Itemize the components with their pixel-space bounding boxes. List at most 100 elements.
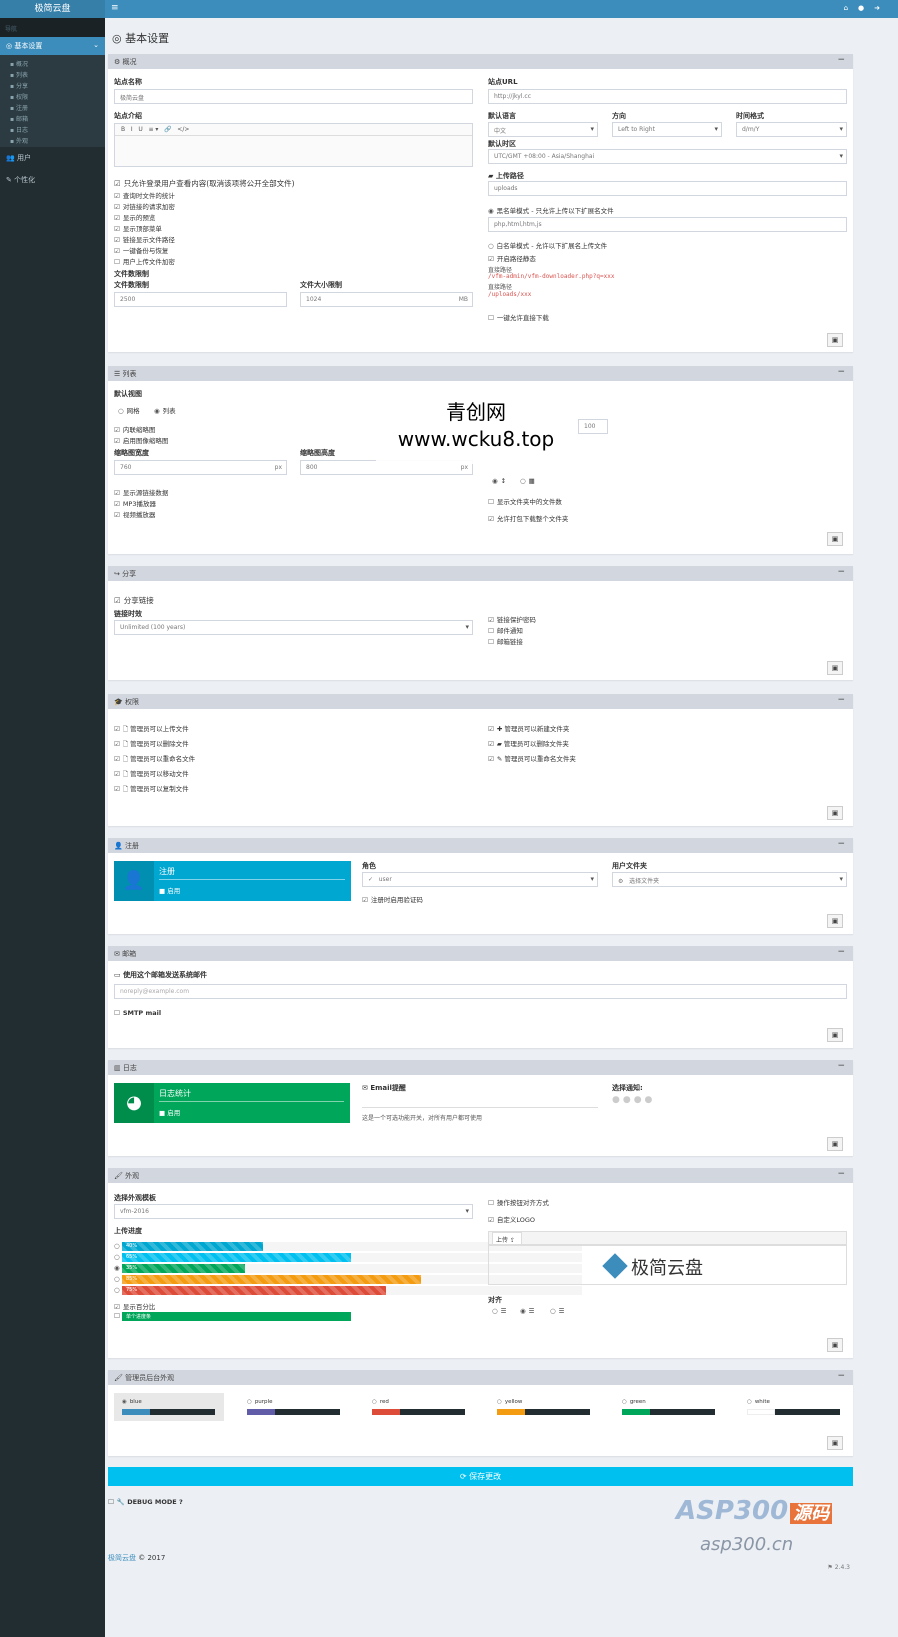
footer-link[interactable]: 极简云盘 [108,1554,136,1562]
sidebar-sub-item[interactable]: ▪ 权限 [0,90,105,101]
sidebar-sub-item[interactable]: ▪ 注册 [0,101,105,112]
save-icon[interactable]: ▣ [827,914,843,928]
align-right-radio[interactable]: ☰ [550,1307,565,1315]
debug-mode-checkbox[interactable]: 🔧 DEBUG MODE ? [108,1498,183,1506]
perm-checkbox[interactable]: 🗋 管理员可以移动文件 [114,768,189,781]
fullwidth-checkbox[interactable]: 显示百分比 [114,1301,156,1311]
direct-download-checkbox[interactable]: 一键允许直接下载 [488,312,549,322]
sidebar-sub-item[interactable]: ▪ 列表 [0,68,105,79]
thumb-width-input[interactable]: 760 px [114,460,287,475]
collapse-icon[interactable]: − [837,947,845,957]
brand-logo[interactable]: 极简云盘 [0,0,105,18]
logo-upload-tab[interactable]: 上传 ⇪ [492,1232,522,1245]
zip-folders-checkbox[interactable]: 允许打包下载整个文件夹 [488,513,569,523]
collapse-icon[interactable]: − [837,1061,845,1071]
lifetime-select[interactable]: Unlimited (100 years) [114,620,473,635]
collapse-icon[interactable]: − [837,839,845,849]
skin-radio-yellow[interactable]: yellow [497,1399,523,1405]
site-url-input[interactable]: http://jkyl.cc [488,89,847,104]
login-only-checkbox[interactable]: 只允许登录用户查看内容(取消该项将公开全部文件) [114,178,295,189]
extensions-input[interactable]: php,html,htm,js [488,217,847,232]
perm-checkbox[interactable]: 🗋 管理员可以复制文件 [114,783,189,796]
skin-swatch-yellow[interactable] [497,1409,590,1425]
save-icon[interactable]: ▣ [827,661,843,675]
collapse-icon[interactable]: − [837,1169,845,1179]
show-folder-count-checkbox[interactable]: 显示文件夹中的文件数 [488,496,562,506]
desc-editor[interactable]: B I U ≡ ▾ 🔗 </> [114,123,473,167]
save-icon[interactable]: ▣ [827,1137,843,1151]
collapse-icon[interactable]: − [837,695,845,705]
register-enable-checkbox[interactable]: ■ 启用 [159,885,180,895]
save-icon[interactable]: ▣ [827,333,843,347]
align-center-radio[interactable]: ☰ [520,1307,535,1315]
option-checkbox[interactable]: 对链接的请求加密 [114,201,175,211]
save-icon[interactable]: ▣ [827,1028,843,1042]
smtp-checkbox[interactable]: SMTP mail [114,1009,161,1017]
save-icon[interactable]: ▣ [827,532,843,546]
collapse-icon[interactable]: − [837,367,845,377]
file-size-input[interactable]: 1024 MB [300,292,473,307]
timezone-select[interactable]: UTC/GMT +08:00 - Asia/Shanghai [488,149,847,164]
file-count-input[interactable]: 2500 [114,292,287,307]
perm-checkbox[interactable]: 🗋 管理员可以上传文件 [114,723,189,736]
sidebar-sub-item[interactable]: ▪ 外观 [0,134,105,145]
skin-swatch-white[interactable] [747,1409,840,1425]
theme-select[interactable]: vfm-2016 [114,1204,473,1219]
sidebar-sub-item[interactable]: ▪ 概况 [0,57,105,68]
user-icon[interactable]: ● [858,4,874,12]
sidebar-item-custom[interactable]: ✎ 个性化 [0,169,105,191]
skin-radio-green[interactable]: green [622,1399,646,1405]
view-grid-radio[interactable]: 网格 [118,405,140,415]
view-list-radio[interactable]: 列表 [154,405,176,415]
notify-icons[interactable]: ●●●● [612,1095,655,1105]
skin-swatch-red[interactable] [372,1409,465,1425]
user-folder-select[interactable]: ⚙ 选择文件夹 [612,872,847,887]
share-mail-link-checkbox[interactable]: 邮箱链接 [488,636,523,646]
collapse-icon[interactable]: − [837,55,845,65]
menu-toggle-icon[interactable]: ≡ [111,3,119,13]
sidebar-item-basic[interactable]: ◎ 基本设置 ⌄ [0,37,105,55]
option-checkbox[interactable]: 链接显示文件路径 [114,234,175,244]
option-checkbox[interactable]: 显示的预览 [114,212,156,222]
whitelist-radio[interactable]: 白名单模式 - 允许以下扩展名上传文件 [488,240,607,250]
option-checkbox[interactable]: 显示源链接数据 [114,487,169,497]
option-checkbox[interactable]: 启用图像缩略图 [114,435,169,445]
option-checkbox[interactable]: 显示顶部菜单 [114,223,162,233]
custom-logo-checkbox[interactable]: 自定义LOGO [488,1214,535,1224]
option-checkbox[interactable]: 内联缩略图 [114,424,156,434]
perm-checkbox[interactable]: 🗋 管理员可以删除文件 [114,738,189,751]
inline-checkbox[interactable]: 操作按钮对齐方式 [488,1197,549,1207]
save-icon[interactable]: ▣ [827,1338,843,1352]
site-name-input[interactable]: 极简云盘 [114,89,473,104]
email-input[interactable]: noreply@example.com [114,984,847,999]
skin-radio-purple[interactable]: purple [247,1399,273,1405]
home-icon[interactable]: ⌂ [844,4,858,12]
save-all-button[interactable]: ⟳ 保存更改 [108,1467,853,1486]
logs-enable-checkbox[interactable]: ■ 启用 [159,1107,180,1117]
sidebar-sub-item[interactable]: ▪ 邮箱 [0,112,105,123]
role-select[interactable]: ✓ user [362,872,598,887]
skin-radio-blue[interactable]: blue [122,1399,142,1405]
per-page-input[interactable]: 100 [578,419,608,434]
blacklist-radio[interactable]: 黑名单模式 - 只允许上传以下扩展名文件 [488,205,614,215]
share-links-checkbox[interactable]: 分享链接 [114,595,154,606]
skin-radio-white[interactable]: white [747,1399,770,1405]
time-format-select[interactable]: d/m/Y [736,122,847,137]
option-checkbox[interactable]: 查询时文件的统计 [114,190,175,200]
captcha-checkbox[interactable]: 注册时启用验证码 [362,894,423,904]
sidebar-item-users[interactable]: 👥 用户 [0,147,105,169]
sidebar-sub-item[interactable]: ▪ 分享 [0,79,105,90]
save-icon[interactable]: ▣ [827,806,843,820]
perm-checkbox[interactable]: 🗋 管理员可以重命名文件 [114,753,195,766]
option-checkbox[interactable]: MP3播放器 [114,498,156,508]
skin-swatch-green[interactable] [622,1409,715,1425]
save-icon[interactable]: ▣ [827,1436,843,1450]
direction-select[interactable]: Left to Right [612,122,722,137]
perm-checkbox[interactable]: ✎ 管理员可以重命名文件夹 [488,753,576,763]
align-left-radio[interactable]: ☰ [492,1307,507,1315]
skin-radio-red[interactable]: red [372,1399,389,1405]
logout-icon[interactable]: ➜ [874,4,890,12]
skin-swatch-blue[interactable] [122,1409,215,1425]
editor-toolbar[interactable]: B I U ≡ ▾ 🔗 </> [115,124,472,136]
skin-swatch-purple[interactable] [247,1409,340,1425]
